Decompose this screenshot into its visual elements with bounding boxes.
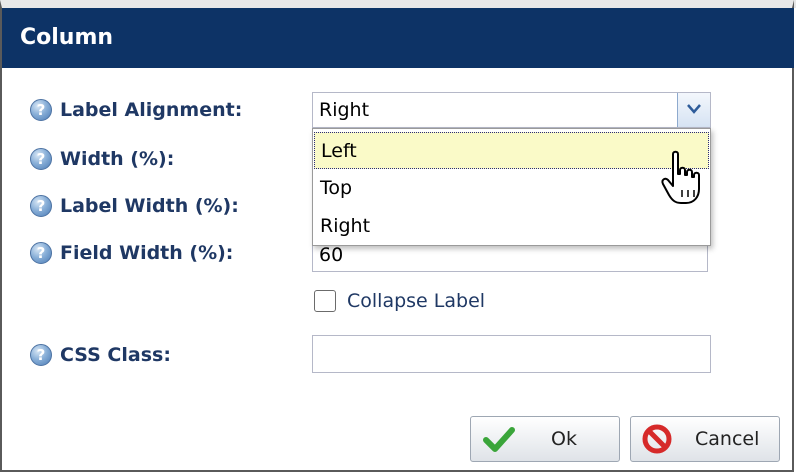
field-width-label: Field Width (%): (60, 242, 234, 264)
help-icon[interactable]: ? (30, 344, 52, 366)
help-icon[interactable]: ? (30, 99, 52, 121)
help-icon[interactable]: ? (30, 195, 52, 217)
dialog-title: Column (2, 8, 794, 68)
field-width-value: 60 (319, 244, 344, 266)
width-row-label: ? Width (%): (30, 146, 174, 172)
help-icon[interactable]: ? (30, 242, 52, 264)
css-class-row-label: ? CSS Class: (30, 342, 171, 368)
field-width-row-label: ? Field Width (%): (30, 240, 233, 266)
no-entry-icon (642, 424, 672, 454)
label-width-row-label: ? Label Width (%): (30, 193, 239, 219)
label-width-label: Label Width (%): (60, 195, 239, 217)
dropdown-option-right[interactable]: Right (314, 208, 709, 245)
label-alignment-label: Label Alignment: (60, 99, 243, 121)
label-alignment-combo[interactable]: Right (312, 92, 711, 128)
hand-pointer-icon (661, 150, 700, 204)
dropdown-option-left[interactable]: Left (314, 132, 709, 169)
css-class-label: CSS Class: (60, 344, 171, 366)
checkmark-icon (483, 427, 515, 452)
ok-button-label: Ok (551, 428, 577, 450)
css-class-input[interactable] (312, 335, 711, 373)
cancel-button[interactable]: Cancel (630, 416, 780, 462)
collapse-label-text[interactable]: Collapse Label (347, 288, 485, 314)
ok-button[interactable]: Ok (470, 416, 620, 462)
chevron-down-icon[interactable] (677, 93, 710, 127)
label-alignment-row-label: ? Label Alignment: (30, 97, 242, 123)
label-alignment-dropdown: Left Top Right (312, 128, 711, 246)
cancel-button-label: Cancel (695, 428, 760, 450)
width-label: Width (%): (60, 148, 175, 170)
collapse-label-checkbox[interactable] (314, 290, 336, 312)
label-alignment-value: Right (319, 99, 370, 121)
dropdown-option-top[interactable]: Top (314, 170, 709, 207)
help-icon[interactable]: ? (30, 148, 52, 170)
